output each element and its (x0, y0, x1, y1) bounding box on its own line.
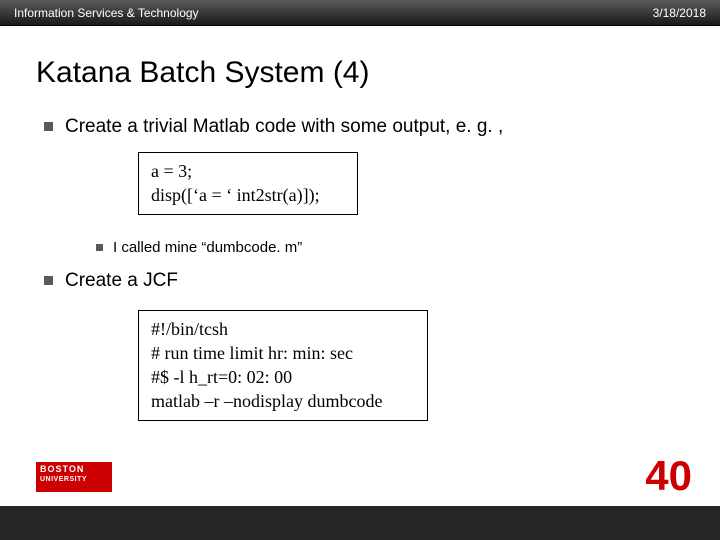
code-line: matlab –r –nodisplay dumbcode (151, 389, 415, 413)
bullet-square-icon (44, 276, 53, 285)
bu-logo: BOSTON UNIVERSITY (36, 462, 112, 492)
code-line: disp([‘a = ‘ int2str(a)]); (151, 183, 345, 207)
code-box-matlab: a = 3; disp([‘a = ‘ int2str(a)]); (138, 152, 358, 215)
bullet-text: I called mine “dumbcode. m” (113, 239, 302, 256)
code-line: #!/bin/tcsh (151, 317, 415, 341)
page-number: 40 (645, 452, 692, 500)
bullet-dumbcode: I called mine “dumbcode. m” (96, 239, 684, 256)
bullet-create-jcf: Create a JCF (36, 270, 684, 292)
logo-line2: UNIVERSITY (40, 476, 108, 484)
code-box-jcf: #!/bin/tcsh # run time limit hr: min: se… (138, 310, 428, 421)
logo-line1: BOSTON (40, 464, 84, 474)
bullet-text: Create a trivial Matlab code with some o… (65, 116, 503, 138)
bullet-square-icon (96, 244, 103, 251)
header-org: Information Services & Technology (14, 6, 199, 20)
bullet-create-matlab: Create a trivial Matlab code with some o… (36, 116, 684, 138)
slide-content: Katana Batch System (4) Create a trivial… (0, 26, 720, 506)
slide-header: Information Services & Technology 3/18/2… (0, 0, 720, 26)
code-line: #$ -l h_rt=0: 02: 00 (151, 365, 415, 389)
code-line: a = 3; (151, 159, 345, 183)
code-line: # run time limit hr: min: sec (151, 341, 415, 365)
slide-title: Katana Batch System (4) (36, 56, 684, 90)
header-date: 3/18/2018 (653, 6, 706, 20)
bullet-text: Create a JCF (65, 270, 178, 292)
bullet-square-icon (44, 122, 53, 131)
